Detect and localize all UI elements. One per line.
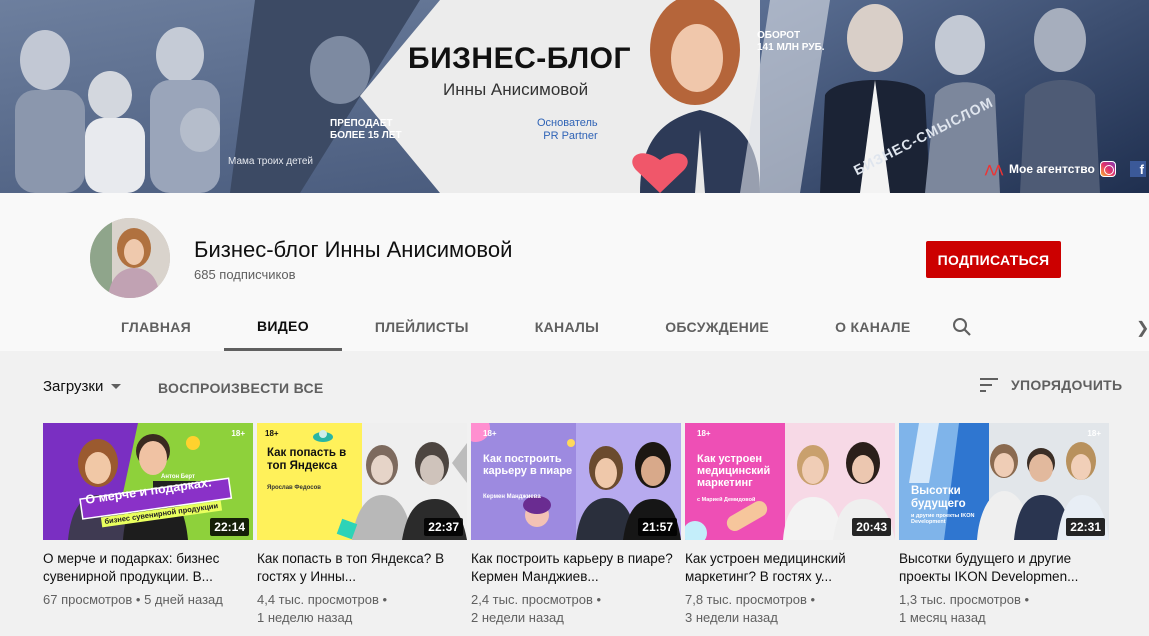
video-age: 1 неделю назад	[257, 610, 353, 625]
meta-separator: •	[1024, 592, 1030, 607]
agency-logo-icon: ⋀⋀	[985, 163, 1004, 176]
age-badge: 18+	[231, 429, 245, 438]
search-icon[interactable]	[952, 317, 972, 337]
channel-avatar[interactable]	[90, 218, 170, 298]
banner-turnover-line1: ОБОРОТ	[757, 30, 801, 41]
thumb-subtitle: с Марией Демидовой	[697, 497, 756, 503]
channel-header: Бизнес-блог Инны Анисимовой 685 подписчи…	[0, 193, 1149, 351]
video-thumbnail[interactable]: Высотки будущего и другие проекты IKON D…	[899, 423, 1109, 540]
video-duration: 21:57	[638, 518, 677, 536]
uploads-dropdown[interactable]: Загрузки	[43, 378, 122, 395]
video-meta: 2,4 тыс. просмотров • 2 недели назад	[471, 591, 681, 627]
thumb-guest: Антон Берт	[161, 474, 195, 480]
video-views: 7,8 тыс. просмотров	[685, 592, 807, 607]
tab-discussion[interactable]: ОБСУЖДЕНИЕ	[632, 303, 802, 351]
video-thumbnail[interactable]: О мерче и подарках: бизнес сувенирной пр…	[43, 423, 253, 540]
video-age: 2 недели назад	[471, 610, 564, 625]
video-duration: 22:14	[210, 518, 249, 536]
video-age: 3 недели назад	[685, 610, 778, 625]
play-all-button[interactable]: ВОСПРОИЗВЕСТИ ВСЕ	[158, 380, 324, 396]
sort-icon	[980, 378, 998, 392]
thumb-subtitle: и другие проекты IKON Development	[911, 513, 975, 526]
avatar-image	[90, 218, 170, 298]
banner-turnover-line2: 141 МЛН РУБ.	[757, 42, 825, 53]
tab-channels[interactable]: КАНАЛЫ	[502, 303, 632, 351]
video-duration: 20:43	[852, 518, 891, 536]
videos-toolbar: Загрузки ВОСПРОИЗВЕСТИ ВСЕ УПОРЯДОЧИТЬ	[0, 351, 1149, 421]
video-card[interactable]: Как построить карьеру в пиаре Кермен Ман…	[471, 423, 681, 627]
video-age: 1 месяц назад	[899, 610, 986, 625]
video-age: 5 дней назад	[144, 592, 223, 607]
video-meta: 4,4 тыс. просмотров • 1 неделю назад	[257, 591, 467, 627]
video-meta: 1,3 тыс. просмотров • 1 месяц назад	[899, 591, 1109, 627]
meta-separator: •	[596, 592, 602, 607]
banner-link-agency[interactable]: ⋀⋀ Мое агентство	[985, 162, 1095, 176]
age-badge: 18+	[697, 429, 711, 438]
video-meta: 67 просмотров • 5 дней назад	[43, 591, 253, 609]
age-badge: 18+	[1087, 429, 1101, 438]
tab-home[interactable]: ГЛАВНАЯ	[88, 303, 224, 351]
age-badge: 18+	[483, 429, 497, 438]
thumb-subtitle: Кермен Манджиева	[483, 494, 541, 500]
thumb-title: Как устроен медицинский маркетинг	[697, 453, 771, 490]
tab-videos[interactable]: ВИДЕО	[224, 303, 342, 351]
thumb-subtitle: Ярослав Федосов	[267, 485, 321, 491]
thumb-title: Высотки будущего	[911, 485, 966, 510]
meta-separator: •	[135, 592, 141, 607]
banner-title: БИЗНЕС-БЛОГ	[408, 42, 631, 75]
instagram-icon[interactable]	[1100, 161, 1116, 177]
thumb-title: Как попасть в топ Яндекса	[267, 447, 347, 472]
video-views: 67 просмотров	[43, 592, 133, 607]
banner-teaching-line1: ПРЕПОДАЕТ	[330, 118, 393, 129]
meta-separator: •	[382, 592, 388, 607]
video-thumbnail[interactable]: Как попасть в топ Яндекса Ярослав Федосо…	[257, 423, 467, 540]
video-card[interactable]: О мерче и подарках: бизнес сувенирной пр…	[43, 423, 253, 627]
uploads-label: Загрузки	[43, 378, 104, 395]
facebook-icon[interactable]: f	[1130, 161, 1146, 177]
video-card[interactable]: Как попасть в топ Яндекса Ярослав Федосо…	[257, 423, 467, 627]
video-grid: О мерче и подарках: бизнес сувенирной пр…	[43, 423, 1109, 627]
banner-turnover: ОБОРОТ 141 МЛН РУБ.	[757, 30, 825, 54]
sort-label: УПОРЯДОЧИТЬ	[1011, 377, 1123, 393]
banner-teaching-line2: БОЛЕЕ 15 ЛЕТ	[330, 130, 402, 141]
tab-about[interactable]: О КАНАЛЕ	[802, 303, 943, 351]
sort-button[interactable]: УПОРЯДОЧИТЬ	[980, 377, 1122, 393]
video-duration: 22:31	[1066, 518, 1105, 536]
channel-tabs: ГЛАВНАЯ ВИДЕО ПЛЕЙЛИСТЫ КАНАЛЫ ОБСУЖДЕНИ…	[88, 303, 943, 351]
video-title[interactable]: Как устроен медицинский маркетинг? В гос…	[685, 550, 890, 586]
meta-separator: •	[810, 592, 816, 607]
banner-founder-line1: Основатель	[537, 117, 598, 129]
video-thumbnail[interactable]: Как устроен медицинский маркетинг с Мари…	[685, 423, 895, 540]
banner-subtitle: Инны Анисимовой	[443, 80, 589, 99]
video-duration: 22:37	[424, 518, 463, 536]
video-views: 1,3 тыс. просмотров	[899, 592, 1021, 607]
video-meta: 7,8 тыс. просмотров • 3 недели назад	[685, 591, 895, 627]
video-views: 4,4 тыс. просмотров	[257, 592, 379, 607]
video-card[interactable]: Высотки будущего и другие проекты IKON D…	[899, 423, 1109, 627]
video-title[interactable]: О мерче и подарках: бизнес сувенирной пр…	[43, 550, 248, 586]
subscribe-button[interactable]: ПОДПИСАТЬСЯ	[926, 241, 1061, 278]
banner-mama-caption: Мама троих детей	[228, 156, 313, 167]
age-badge: 18+	[265, 429, 279, 438]
video-title[interactable]: Как построить карьеру в пиаре? Кермен Ма…	[471, 550, 676, 586]
tab-playlists[interactable]: ПЛЕЙЛИСТЫ	[342, 303, 502, 351]
chevron-right-icon[interactable]: ❯	[1136, 318, 1149, 338]
video-views: 2,4 тыс. просмотров	[471, 592, 593, 607]
video-thumbnail[interactable]: Как построить карьеру в пиаре Кермен Ман…	[471, 423, 681, 540]
banner-link-agency-label: Мое агентство	[1009, 162, 1095, 176]
video-title[interactable]: Как попасть в топ Яндекса? В гостях у Ин…	[257, 550, 462, 586]
subscriber-count: 685 подписчиков	[194, 267, 296, 282]
channel-banner: БИЗНЕС-БЛОГ Инны Анисимовой Основатель P…	[0, 0, 1149, 193]
caret-down-icon	[111, 384, 122, 389]
banner-founder-line2: PR Partner	[543, 130, 598, 142]
video-title[interactable]: Высотки будущего и другие проекты IKON D…	[899, 550, 1104, 586]
video-card[interactable]: Как устроен медицинский маркетинг с Мари…	[685, 423, 895, 627]
thumb-title: Как построить карьеру в пиаре	[483, 453, 573, 478]
channel-name: Бизнес-блог Инны Анисимовой	[194, 237, 513, 262]
banner-founder: Основатель PR Partner	[537, 117, 598, 143]
banner-teaching: ПРЕПОДАЕТ БОЛЕЕ 15 ЛЕТ	[330, 118, 402, 142]
